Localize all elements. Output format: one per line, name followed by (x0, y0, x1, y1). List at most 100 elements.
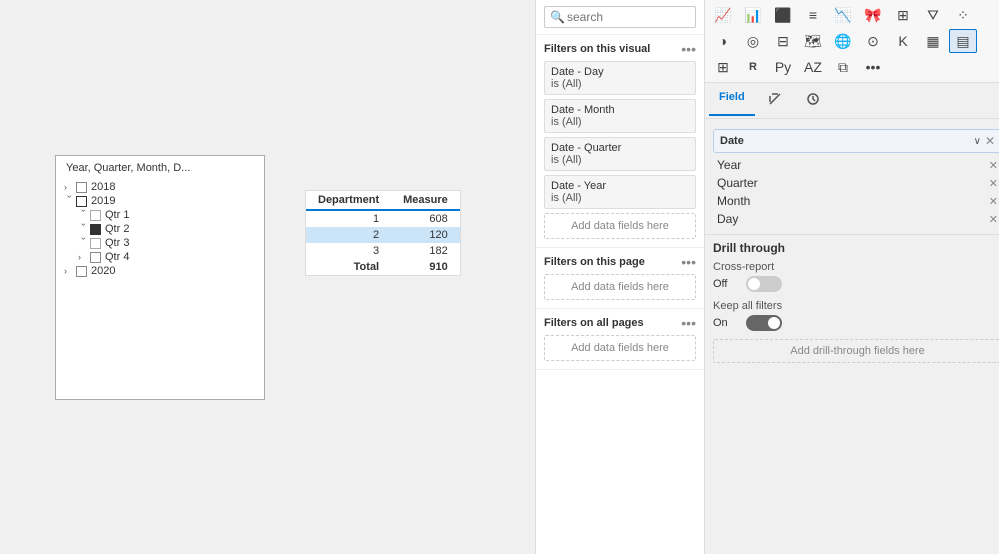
bar-chart-icon[interactable]: 📊 (739, 3, 767, 27)
tree-node-qtr1[interactable]: › Qtr 1 (64, 208, 256, 222)
scatter-icon[interactable]: ⁘ (949, 3, 977, 27)
date-field-month-label: Month (717, 194, 750, 208)
matrix-icon[interactable]: ⊞ (709, 55, 737, 79)
tab-field[interactable]: Field (709, 87, 755, 116)
drill-through-title: Drill through (713, 241, 999, 255)
date-field-quarter-close[interactable]: ✕ (989, 177, 998, 190)
date-field-day[interactable]: Day ✕ (713, 210, 999, 228)
tree-widget: Year, Quarter, Month, D... › 2018 › 2019… (55, 155, 265, 400)
tree-checkbox[interactable] (76, 182, 87, 193)
tree-label: 2019 (91, 195, 115, 207)
col-header-dept: Department (306, 191, 391, 210)
filter-item-year[interactable]: Date - Year is (All) (544, 175, 696, 209)
cross-report-toggle[interactable] (746, 276, 782, 292)
date-filter-box[interactable]: Date ∨ ✕ (713, 129, 999, 153)
python-icon[interactable]: Py (769, 55, 797, 79)
visualization-area: ▽ ⊡ ••• Year, Quarter, Month, D... › 201… (0, 0, 535, 554)
total-label: Total (306, 259, 391, 275)
tree-node-2019[interactable]: › 2019 (64, 194, 256, 208)
chevron-icon: › (79, 209, 89, 221)
chevron-icon: › (64, 182, 76, 192)
section-dots-page[interactable]: ••• (681, 254, 696, 270)
tree-node-qtr4[interactable]: › Qtr 4 (64, 250, 256, 264)
date-field-year-close[interactable]: ✕ (989, 159, 998, 172)
add-fields-all[interactable]: Add data fields here (544, 335, 696, 361)
line-chart-icon[interactable]: 📈 (709, 3, 737, 27)
filter-item-month[interactable]: Date - Month is (All) (544, 99, 696, 133)
tree-node-qtr2[interactable]: › Qtr 2 (64, 222, 256, 236)
treemap-icon[interactable]: ⊟ (769, 29, 797, 53)
date-field-day-close[interactable]: ✕ (989, 213, 998, 226)
filters-panel: 🔍 Filters on this visual ••• Date - Day … (535, 0, 705, 554)
filter-label-year: Date - Year (551, 180, 689, 192)
waterfall-icon[interactable]: ⊞ (889, 3, 917, 27)
map-icon[interactable]: 🗺 (799, 29, 827, 53)
slicer-icon[interactable]: ⧉ (829, 55, 857, 79)
kpi-icon[interactable]: K (889, 29, 917, 53)
section-header: Filters on this visual ••• (544, 41, 696, 57)
viz-icons-row: 📈 📊 ⬛ ≡ 📉 🎀 ⊞ ⛛ ⁘ ◑ ◎ ⊟ 🗺 🌐 ⊙ K ▦ ▤ ⊞ R … (705, 0, 999, 83)
tree-checkbox[interactable] (90, 210, 101, 221)
table-icon[interactable]: ▤ (949, 29, 977, 53)
date-field-quarter[interactable]: Quarter ✕ (713, 174, 999, 192)
section-dots-all[interactable]: ••• (681, 315, 696, 331)
filter-item-day[interactable]: Date - Day is (All) (544, 61, 696, 95)
tree-title: Year, Quarter, Month, D... (64, 162, 256, 174)
filter-item-quarter[interactable]: Date - Quarter is (All) (544, 137, 696, 171)
table-widget: Department Measure 1 608 2 120 3 182 (305, 190, 461, 276)
date-field-month[interactable]: Month ✕ (713, 192, 999, 210)
add-fields-visual[interactable]: Add data fields here (544, 213, 696, 239)
tree-checkbox[interactable] (90, 224, 101, 235)
filters-search-input[interactable] (544, 6, 696, 28)
toggle-thumb (748, 278, 760, 290)
date-field-month-close[interactable]: ✕ (989, 195, 998, 208)
custom-icon[interactable]: ••• (859, 55, 887, 79)
date-field-year[interactable]: Year ✕ (713, 156, 999, 174)
donut-icon[interactable]: ◎ (739, 29, 767, 53)
keep-filters-toggle-row: On (713, 315, 999, 331)
date-expand-icon[interactable]: ∨ (974, 136, 981, 147)
globe-icon[interactable]: 🌐 (829, 29, 857, 53)
date-field-day-label: Day (717, 212, 738, 226)
table-row[interactable]: 3 182 (306, 243, 460, 259)
tree-checkbox[interactable] (90, 252, 101, 263)
card-icon[interactable]: ▦ (919, 29, 947, 53)
tab-format[interactable] (757, 87, 793, 116)
filters-search-bar: 🔍 (536, 0, 704, 35)
r-icon[interactable]: R (739, 55, 767, 79)
tree-checkbox[interactable] (76, 266, 87, 277)
date-field-quarter-label: Quarter (717, 176, 758, 190)
middle-area: 📈 📊 ⬛ ≡ 📉 🎀 ⊞ ⛛ ⁘ ◑ ◎ ⊟ 🗺 🌐 ⊙ K ▦ ▤ ⊞ R … (705, 0, 999, 554)
section-dots[interactable]: ••• (681, 41, 696, 57)
tree-node-2020[interactable]: › 2020 (64, 264, 256, 278)
pie-icon[interactable]: ◑ (709, 29, 737, 53)
filters-section-visual: Filters on this visual ••• Date - Day is… (536, 35, 704, 248)
tab-analytics[interactable] (795, 87, 831, 116)
filter-value-quarter: is (All) (551, 154, 689, 166)
area-chart-icon[interactable]: ⬛ (769, 3, 797, 27)
add-fields-page[interactable]: Add data fields here (544, 274, 696, 300)
table-row[interactable]: 2 120 (306, 227, 460, 243)
date-filter-close[interactable]: ✕ (985, 134, 995, 148)
keep-filters-toggle[interactable] (746, 315, 782, 331)
section-header-all: Filters on all pages ••• (544, 315, 696, 331)
chevron-icon: › (65, 195, 75, 207)
gauge-icon[interactable]: ⊙ (859, 29, 887, 53)
total-value: 910 (391, 259, 460, 275)
add-drill-fields[interactable]: Add drill-through fields here (713, 339, 999, 363)
tree-checkbox[interactable] (76, 196, 87, 207)
az-icon[interactable]: AZ (799, 55, 827, 79)
tree-node-qtr3[interactable]: › Qtr 3 (64, 236, 256, 250)
cell-dept: 3 (306, 243, 391, 259)
funnel-icon[interactable]: ⛛ (919, 3, 947, 27)
bar-horiz-icon[interactable]: ≡ (799, 3, 827, 27)
chevron-icon: › (79, 223, 89, 235)
table-row[interactable]: 1 608 (306, 210, 460, 227)
cross-report-off-label: Off (713, 278, 738, 290)
tree-checkbox[interactable] (90, 238, 101, 249)
combo-chart-icon[interactable]: 📉 (829, 3, 857, 27)
tree-node-2018[interactable]: › 2018 (64, 180, 256, 194)
section-title: Filters on this visual (544, 43, 650, 55)
ribbon-icon[interactable]: 🎀 (859, 3, 887, 27)
section-title-all: Filters on all pages (544, 317, 644, 329)
